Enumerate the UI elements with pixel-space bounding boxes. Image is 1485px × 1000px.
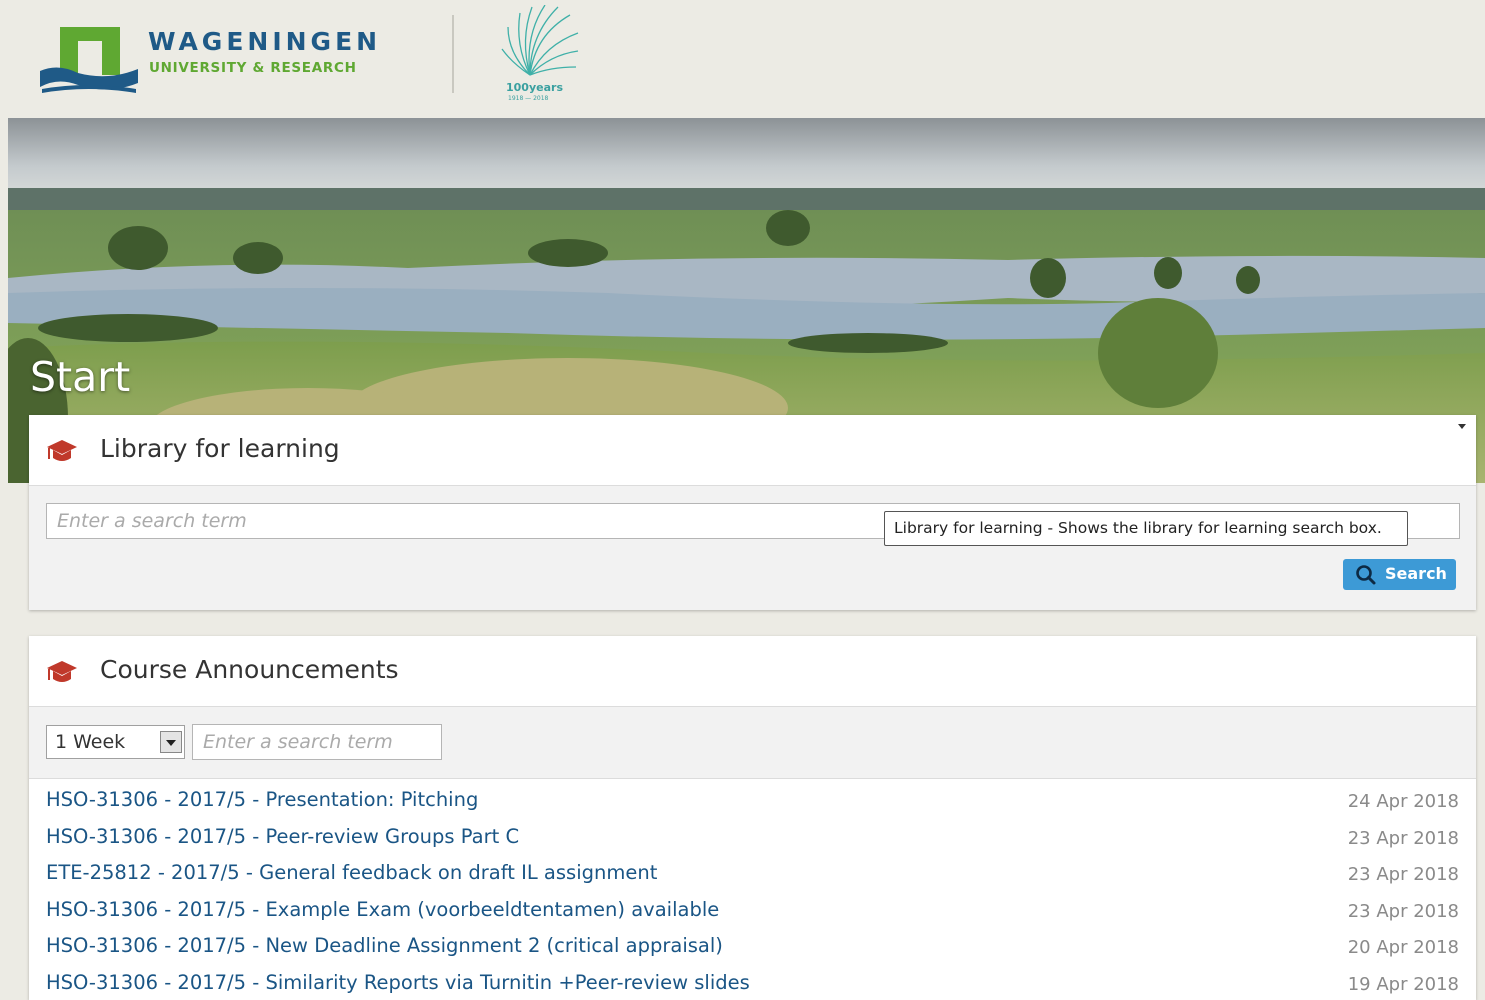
announcement-date: 23 Apr 2018 <box>1347 827 1459 849</box>
announcement-date: 19 Apr 2018 <box>1347 973 1459 995</box>
site-header: WAGENINGEN UNIVERSITY & RESEARCH 100year… <box>8 5 1485 118</box>
brand-subtitle[interactable]: UNIVERSITY & RESEARCH <box>149 60 357 76</box>
tooltip: Library for learning - Shows the library… <box>884 511 1408 546</box>
graduation-cap-icon <box>47 440 77 461</box>
announcements-list: HSO-31306 - 2017/5 - Presentation: Pitch… <box>29 779 1476 1000</box>
announcements-search-input[interactable]: Enter a search term <box>192 724 442 760</box>
search-button-label: Search <box>1385 564 1447 583</box>
list-item: HSO-31306 - 2017/5 - Example Exam (voorb… <box>29 889 1476 926</box>
brand-name[interactable]: WAGENINGEN <box>148 27 381 56</box>
filter-bar: 1 Week Enter a search term <box>29 707 1476 779</box>
announcement-link[interactable]: HSO-31306 - 2017/5 - Similarity Reports … <box>46 971 750 994</box>
dropdown-arrow-icon[interactable] <box>160 731 182 753</box>
period-select-value: 1 Week <box>55 731 126 753</box>
announcement-link[interactable]: HSO-31306 - 2017/5 - Presentation: Pitch… <box>46 788 478 811</box>
page-title: Start <box>30 353 131 401</box>
list-item: HSO-31306 - 2017/5 - Similarity Reports … <box>29 962 1476 999</box>
list-item: ETE-25812 - 2017/5 - General feedback on… <box>29 852 1476 889</box>
list-item: HSO-31306 - 2017/5 - New Deadline Assign… <box>29 925 1476 962</box>
page: WAGENINGEN UNIVERSITY & RESEARCH 100year… <box>8 5 1485 1000</box>
header-divider <box>452 15 454 93</box>
period-select[interactable]: 1 Week <box>46 725 185 759</box>
announcement-date: 24 Apr 2018 <box>1347 791 1459 812</box>
list-item: HSO-31306 - 2017/5 - Presentation: Pitch… <box>29 779 1476 816</box>
portlet-menu-arrow-icon[interactable] <box>1458 424 1466 429</box>
portlet-title: Course Announcements <box>100 655 399 684</box>
announcement-link[interactable]: HSO-31306 - 2017/5 - Peer-review Groups … <box>46 825 519 848</box>
graduation-cap-icon <box>47 661 77 682</box>
list-item: HSO-31306 - 2017/5 - Peer-review Groups … <box>29 816 1476 853</box>
announcement-date: 23 Apr 2018 <box>1347 864 1459 886</box>
library-portlet: Library for learning Enter a search term… <box>29 415 1476 610</box>
portlet-header: Course Announcements <box>29 636 1476 707</box>
portlet-header: Library for learning <box>29 415 1476 486</box>
announcement-link[interactable]: HSO-31306 - 2017/5 - Example Exam (voorb… <box>46 898 719 921</box>
announcement-date: 20 Apr 2018 <box>1347 937 1459 959</box>
announcements-portlet: Course Announcements 1 Week Enter a sear… <box>29 636 1476 1000</box>
portlet-title: Library for learning <box>100 434 340 463</box>
announcement-date: 23 Apr 2018 <box>1347 900 1459 922</box>
anniversary-title: 100years <box>506 81 563 94</box>
wur-logo-icon[interactable] <box>38 23 148 98</box>
anniversary-range: 1918 — 2018 <box>508 95 549 102</box>
magnifier-icon <box>1356 565 1376 585</box>
announcement-link[interactable]: HSO-31306 - 2017/5 - New Deadline Assign… <box>46 934 723 957</box>
announcement-link[interactable]: ETE-25812 - 2017/5 - General feedback on… <box>46 861 657 884</box>
search-button[interactable]: Search <box>1343 559 1456 590</box>
